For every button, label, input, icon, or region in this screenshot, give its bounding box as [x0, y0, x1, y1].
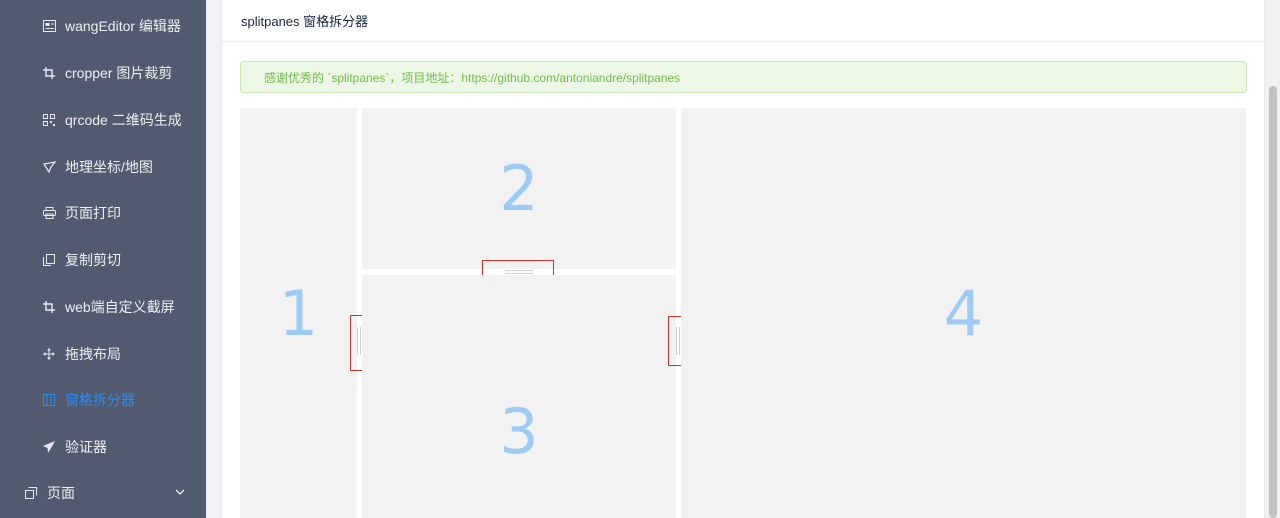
pane-1: 1 [240, 108, 357, 518]
sidebar-item-print[interactable]: 页面打印 [0, 190, 206, 236]
editor-icon [42, 19, 56, 33]
page-scrollbar[interactable] [1266, 0, 1280, 518]
sidebar-group-label: 页面 [47, 485, 75, 501]
sidebar-item-label: web端自定义截屏 [65, 299, 175, 315]
splitpanes-container: 1 2 3 4 [240, 108, 1246, 518]
sidebar-item-label: 验证器 [65, 439, 107, 455]
pane-3: 3 [362, 275, 676, 518]
sidebar-item-label: 拖拽布局 [65, 346, 121, 362]
sidebar-item-screenshot[interactable]: web端自定义截屏 [0, 284, 206, 330]
sidebar-group-pages[interactable]: 页面 [0, 470, 206, 516]
map-pin-icon [42, 160, 56, 174]
sidebar-item-label: 复制剪切 [65, 252, 121, 268]
page-icon [24, 486, 38, 500]
sidebar-item-copy[interactable]: 复制剪切 [0, 237, 206, 283]
sidebar-item-label: 页面打印 [65, 205, 121, 221]
sidebar-item-wangeditor[interactable]: wangEditor 编辑器 [0, 3, 206, 49]
sidebar-item-label: qrcode 二维码生成 [65, 112, 182, 128]
scrollbar-thumb[interactable] [1269, 86, 1277, 518]
sidebar-item-label: 地理坐标/地图 [65, 159, 153, 175]
printer-icon [42, 206, 56, 220]
move-icon [42, 347, 56, 361]
columns-icon [42, 393, 56, 407]
sidebar-item-label: wangEditor 编辑器 [65, 18, 181, 34]
sidebar-item-label: 窗格拆分器 [65, 392, 135, 408]
sidebar-item-qrcode[interactable]: qrcode 二维码生成 [0, 97, 206, 143]
crop-icon [42, 66, 56, 80]
sidebar-item-label: cropper 图片裁剪 [65, 65, 173, 81]
pane-4: 4 [681, 108, 1246, 518]
sidebar-item-validator[interactable]: 验证器 [0, 424, 206, 470]
info-alert: 感谢优秀的 `splitpanes`，项目地址：https://github.c… [240, 61, 1247, 93]
pane-2: 2 [362, 108, 676, 269]
sidebar-item-cropper[interactable]: cropper 图片裁剪 [0, 50, 206, 96]
sidebar: wangEditor 编辑器 cropper 图片裁剪 qrcode 二维码生成… [0, 0, 206, 518]
sidebar-item-drag-layout[interactable]: 拖拽布局 [0, 331, 206, 377]
card-title: splitpanes 窗格拆分器 [222, 0, 1264, 42]
sidebar-item-splitpanes[interactable]: 窗格拆分器 [0, 377, 206, 423]
copy-icon [42, 253, 56, 267]
sidebar-item-map[interactable]: 地理坐标/地图 [0, 144, 206, 190]
send-icon [42, 440, 56, 454]
crop-icon [42, 300, 56, 314]
chevron-down-icon [174, 485, 186, 497]
qrcode-icon [42, 113, 56, 127]
